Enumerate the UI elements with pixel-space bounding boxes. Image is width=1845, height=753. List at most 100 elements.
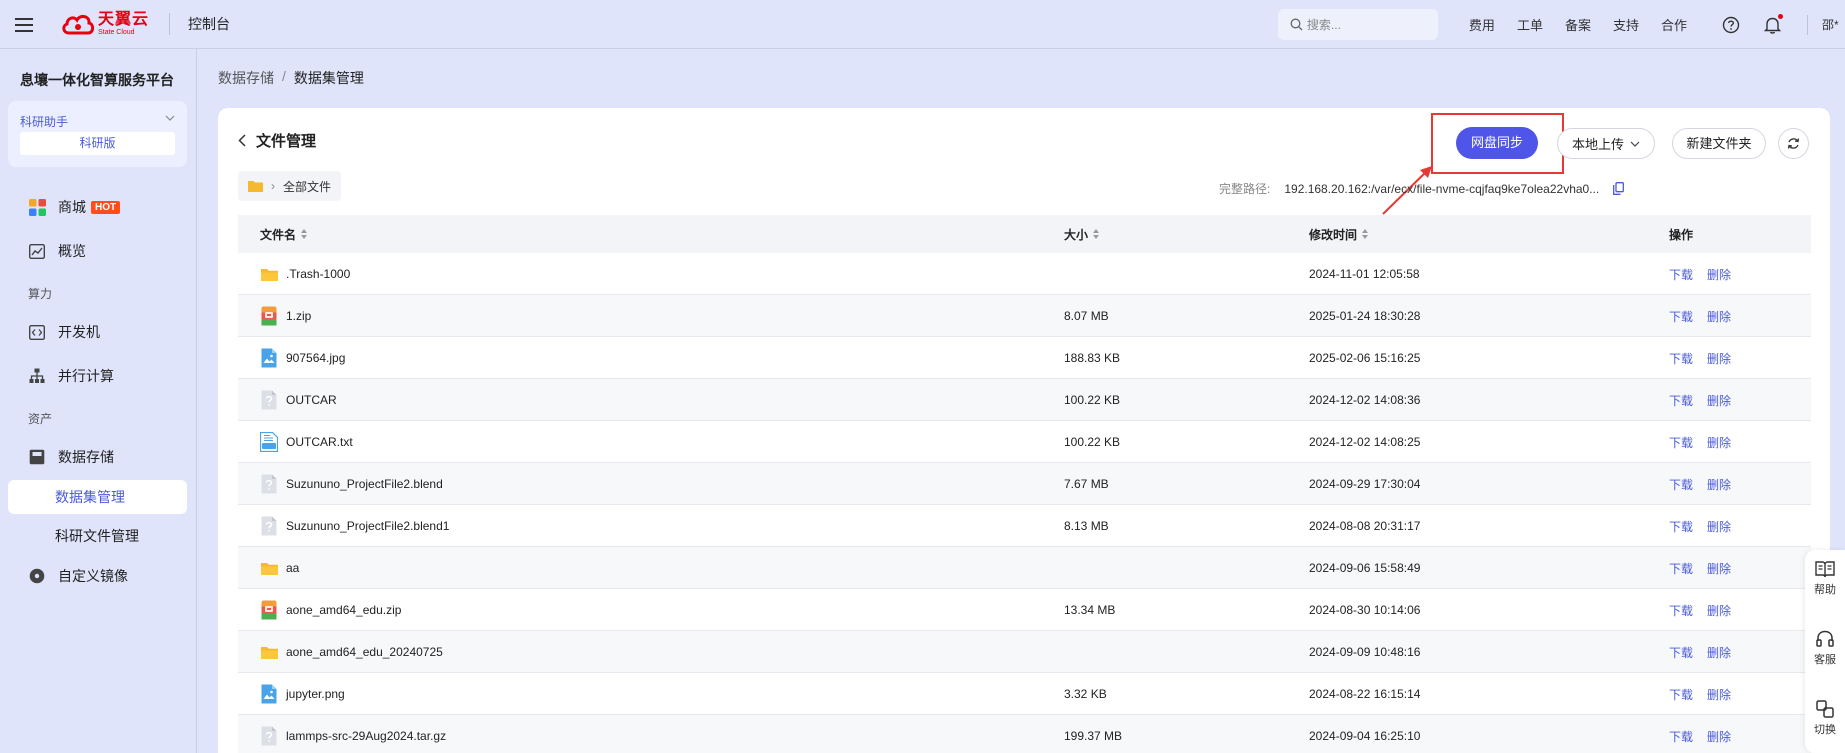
search-input[interactable]: 搜索... — [1277, 9, 1438, 40]
refresh-button[interactable] — [1778, 128, 1809, 159]
folder-icon — [260, 558, 278, 578]
delete-link[interactable]: 删除 — [1707, 644, 1731, 661]
bell-icon[interactable] — [1764, 13, 1783, 34]
file-name[interactable]: aone_amd64_edu.zip — [286, 603, 401, 617]
file-name[interactable]: Suzununo_ProjectFile2.blend1 — [286, 519, 449, 533]
edition-badge: 科研版 — [20, 132, 175, 155]
sidebar-item-overview[interactable]: 概览 — [28, 241, 86, 261]
download-link[interactable]: 下载 — [1669, 350, 1693, 367]
file-name[interactable]: lammps-src-29Aug2024.tar.gz — [286, 729, 446, 743]
back-to-files[interactable]: 文件管理 — [238, 130, 316, 151]
sidebar-item-label: 开发机 — [58, 324, 100, 340]
delete-link[interactable]: 删除 — [1707, 602, 1731, 619]
sidebar-item-research-files[interactable]: 科研文件管理 — [55, 526, 139, 546]
table-row[interactable]: .Trash-1000 2024-11-01 12:05:58 下载 删除 — [238, 253, 1811, 295]
sidebar-item-dataset-mgmt[interactable]: 数据集管理 — [8, 480, 187, 514]
cell-size: 100.22 KB — [1064, 379, 1120, 421]
sidebar-item-parallel[interactable]: 并行计算 — [28, 366, 114, 386]
sidebar-item-custom-image[interactable]: 自定义镜像 — [28, 566, 128, 586]
cell-time: 2024-09-09 10:48:16 — [1309, 631, 1420, 673]
column-name[interactable]: 文件名 — [260, 226, 308, 243]
folder-crumb-all[interactable]: 全部文件 — [283, 178, 331, 195]
notification-dot — [1778, 13, 1783, 19]
delete-link[interactable]: 删除 — [1707, 266, 1731, 283]
download-link[interactable]: 下载 — [1669, 686, 1693, 703]
download-link[interactable]: 下载 — [1669, 308, 1693, 325]
file-name[interactable]: .Trash-1000 — [286, 267, 350, 281]
switch-button[interactable]: 切换 — [1805, 700, 1845, 737]
chevron-down-icon[interactable] — [165, 115, 175, 121]
column-size[interactable]: 大小 — [1064, 226, 1100, 243]
cell-size: 188.83 KB — [1064, 337, 1120, 379]
help-icon[interactable] — [1722, 16, 1740, 34]
breadcrumb-storage[interactable]: 数据存储 — [218, 68, 274, 88]
delete-link[interactable]: 删除 — [1707, 434, 1731, 451]
table-row[interactable]: Suzununo_ProjectFile2.blend 7.67 MB 2024-0… — [238, 463, 1811, 505]
table-row[interactable]: aone_amd64_edu.zip 13.34 MB 2024-08-30 10:… — [238, 589, 1811, 631]
help-button[interactable]: 帮助 — [1805, 560, 1845, 597]
download-link[interactable]: 下载 — [1669, 602, 1693, 619]
file-name[interactable]: OUTCAR — [286, 393, 337, 407]
annotation-arrow — [1382, 166, 1432, 215]
nav-filing[interactable]: 备案 — [1565, 15, 1591, 34]
delete-link[interactable]: 删除 — [1707, 728, 1731, 745]
delete-link[interactable]: 删除 — [1707, 518, 1731, 535]
file-size: 100.22 KB — [1064, 435, 1121, 449]
customer-service-button[interactable]: 客服 — [1805, 630, 1845, 667]
delete-link[interactable]: 删除 — [1707, 476, 1731, 493]
sidebar-item-devbox[interactable]: 开发机 — [28, 322, 100, 342]
delete-link[interactable]: 删除 — [1707, 392, 1731, 409]
download-link[interactable]: 下载 — [1669, 266, 1693, 283]
new-folder-button[interactable]: 新建文件夹 — [1672, 128, 1766, 159]
nav-tickets[interactable]: 工单 — [1517, 15, 1543, 34]
copy-icon[interactable] — [1613, 182, 1625, 195]
download-link[interactable]: 下载 — [1669, 644, 1693, 661]
logo[interactable]: 天翼云 State Cloud — [61, 12, 149, 36]
delete-link[interactable]: 删除 — [1707, 560, 1731, 577]
table-row[interactable]: aa 2024-09-06 15:58:49 下载 删除 — [238, 547, 1811, 589]
table-row[interactable]: jupyter.png 3.32 KB 2024-08-22 16:15:14 下载删… — [238, 673, 1811, 715]
file-name[interactable]: jupyter.png — [286, 687, 345, 701]
sidebar-item-mall[interactable]: 商城 HOT — [28, 197, 121, 217]
local-upload-button[interactable]: 本地上传 — [1557, 128, 1655, 159]
console-link[interactable]: 控制台 — [188, 14, 230, 34]
table-row[interactable]: 1.zip 8.07 MB 2025-01-24 18:30:28 下载 删除 — [238, 295, 1811, 337]
chart-icon — [28, 242, 46, 260]
download-link[interactable]: 下载 — [1669, 560, 1693, 577]
search-placeholder: 搜索... — [1306, 18, 1341, 32]
column-time[interactable]: 修改时间 — [1309, 226, 1369, 243]
download-link[interactable]: 下载 — [1669, 392, 1693, 409]
sidebar-item-storage[interactable]: 数据存储 — [28, 447, 114, 467]
file-name[interactable]: Suzununo_ProjectFile2.blend — [286, 477, 443, 491]
cell-time: 2024-09-29 17:30:04 — [1309, 463, 1420, 505]
cloud-sync-button[interactable]: 网盘同步 — [1456, 127, 1538, 159]
file-name[interactable]: aa — [286, 561, 299, 575]
nav-support[interactable]: 支持 — [1613, 15, 1639, 34]
sort-icon — [1362, 229, 1369, 239]
menu-icon[interactable] — [15, 16, 35, 32]
table-row[interactable]: aone_amd64_edu_20240725 2024-09-09 10:48:… — [238, 631, 1811, 673]
assistant-dropdown[interactable]: 科研助手 — [20, 113, 68, 130]
file-name[interactable]: OUTCAR.txt — [286, 435, 353, 449]
delete-link[interactable]: 删除 — [1707, 350, 1731, 367]
download-link[interactable]: 下载 — [1669, 728, 1693, 745]
breadcrumb-current: 数据集管理 — [293, 70, 364, 86]
file-modified-time: 2025-02-06 15:16:25 — [1309, 351, 1421, 365]
download-link[interactable]: 下载 — [1669, 476, 1693, 493]
download-link[interactable]: 下载 — [1669, 518, 1693, 535]
table-row[interactable]: lammps-src-29Aug2024.tar.gz 199.37 MB 2024… — [238, 715, 1811, 753]
delete-link[interactable]: 删除 — [1707, 308, 1731, 325]
nav-partner[interactable]: 合作 — [1661, 15, 1687, 34]
file-name[interactable]: 1.zip — [286, 309, 311, 323]
table-row[interactable]: 907564.jpg 188.83 KB 2025-02-06 15:16:25 下载… — [238, 337, 1811, 379]
nav-fees[interactable]: 费用 — [1469, 15, 1495, 34]
file-modified-time: 2024-12-02 14:08:25 — [1309, 435, 1421, 449]
table-row[interactable]: OUTCAR.txt 100.22 KB 2024-12-02 14:08:25 下载… — [238, 421, 1811, 463]
table-row[interactable]: Suzununo_ProjectFile2.blend1 8.13 MB 2024-… — [238, 505, 1811, 547]
table-row[interactable]: OUTCAR 100.22 KB 2024-12-02 14:08:36 下载 删除 — [238, 379, 1811, 421]
delete-link[interactable]: 删除 — [1707, 686, 1731, 703]
download-link[interactable]: 下载 — [1669, 434, 1693, 451]
user-name[interactable]: 邵* — [1807, 14, 1845, 35]
file-name[interactable]: 907564.jpg — [286, 351, 345, 365]
file-name[interactable]: aone_amd64_edu_20240725 — [286, 645, 443, 659]
